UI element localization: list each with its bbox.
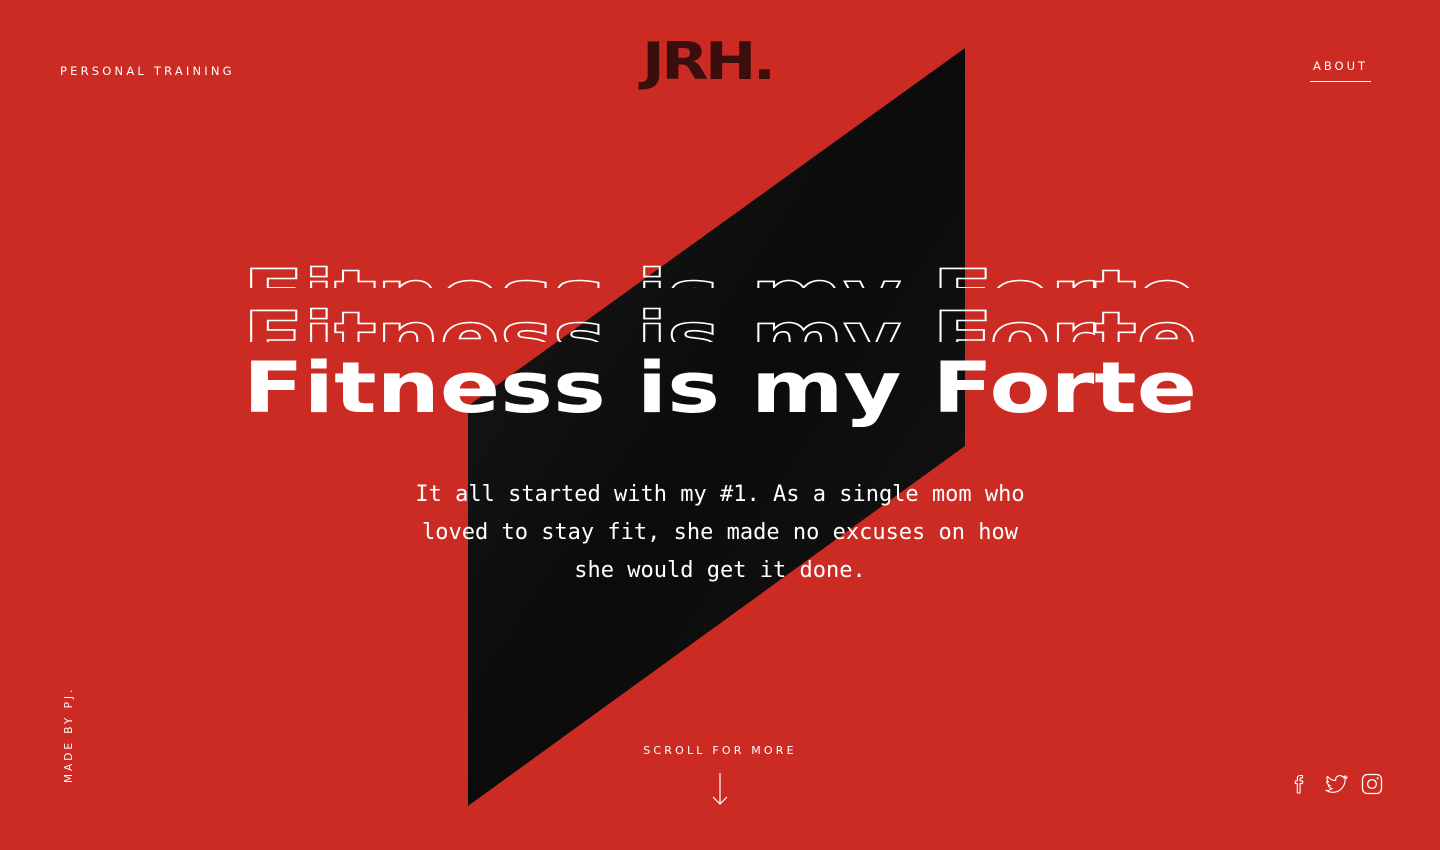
site-logo[interactable]: JRH. (642, 36, 843, 88)
facebook-icon[interactable] (1288, 772, 1312, 796)
about-link[interactable]: ABOUT (1310, 59, 1371, 82)
instagram-icon[interactable] (1360, 772, 1384, 796)
headline-solid: Fitness is my Forte (243, 347, 1197, 429)
arrow-down-icon[interactable] (710, 772, 730, 806)
hero-headline: Fitness is my Forte Fitness is my Forte … (240, 240, 1200, 440)
personal-training-label[interactable]: PERSONAL TRAINING (60, 64, 235, 78)
scroll-label[interactable]: SCROLL FOR MORE (620, 744, 820, 757)
twitter-icon[interactable] (1324, 772, 1348, 796)
made-by-credit[interactable]: MADE BY PJ. (63, 663, 75, 783)
social-links (1288, 772, 1384, 796)
intro-paragraph: It all started with my #1. As a single m… (415, 482, 1025, 583)
